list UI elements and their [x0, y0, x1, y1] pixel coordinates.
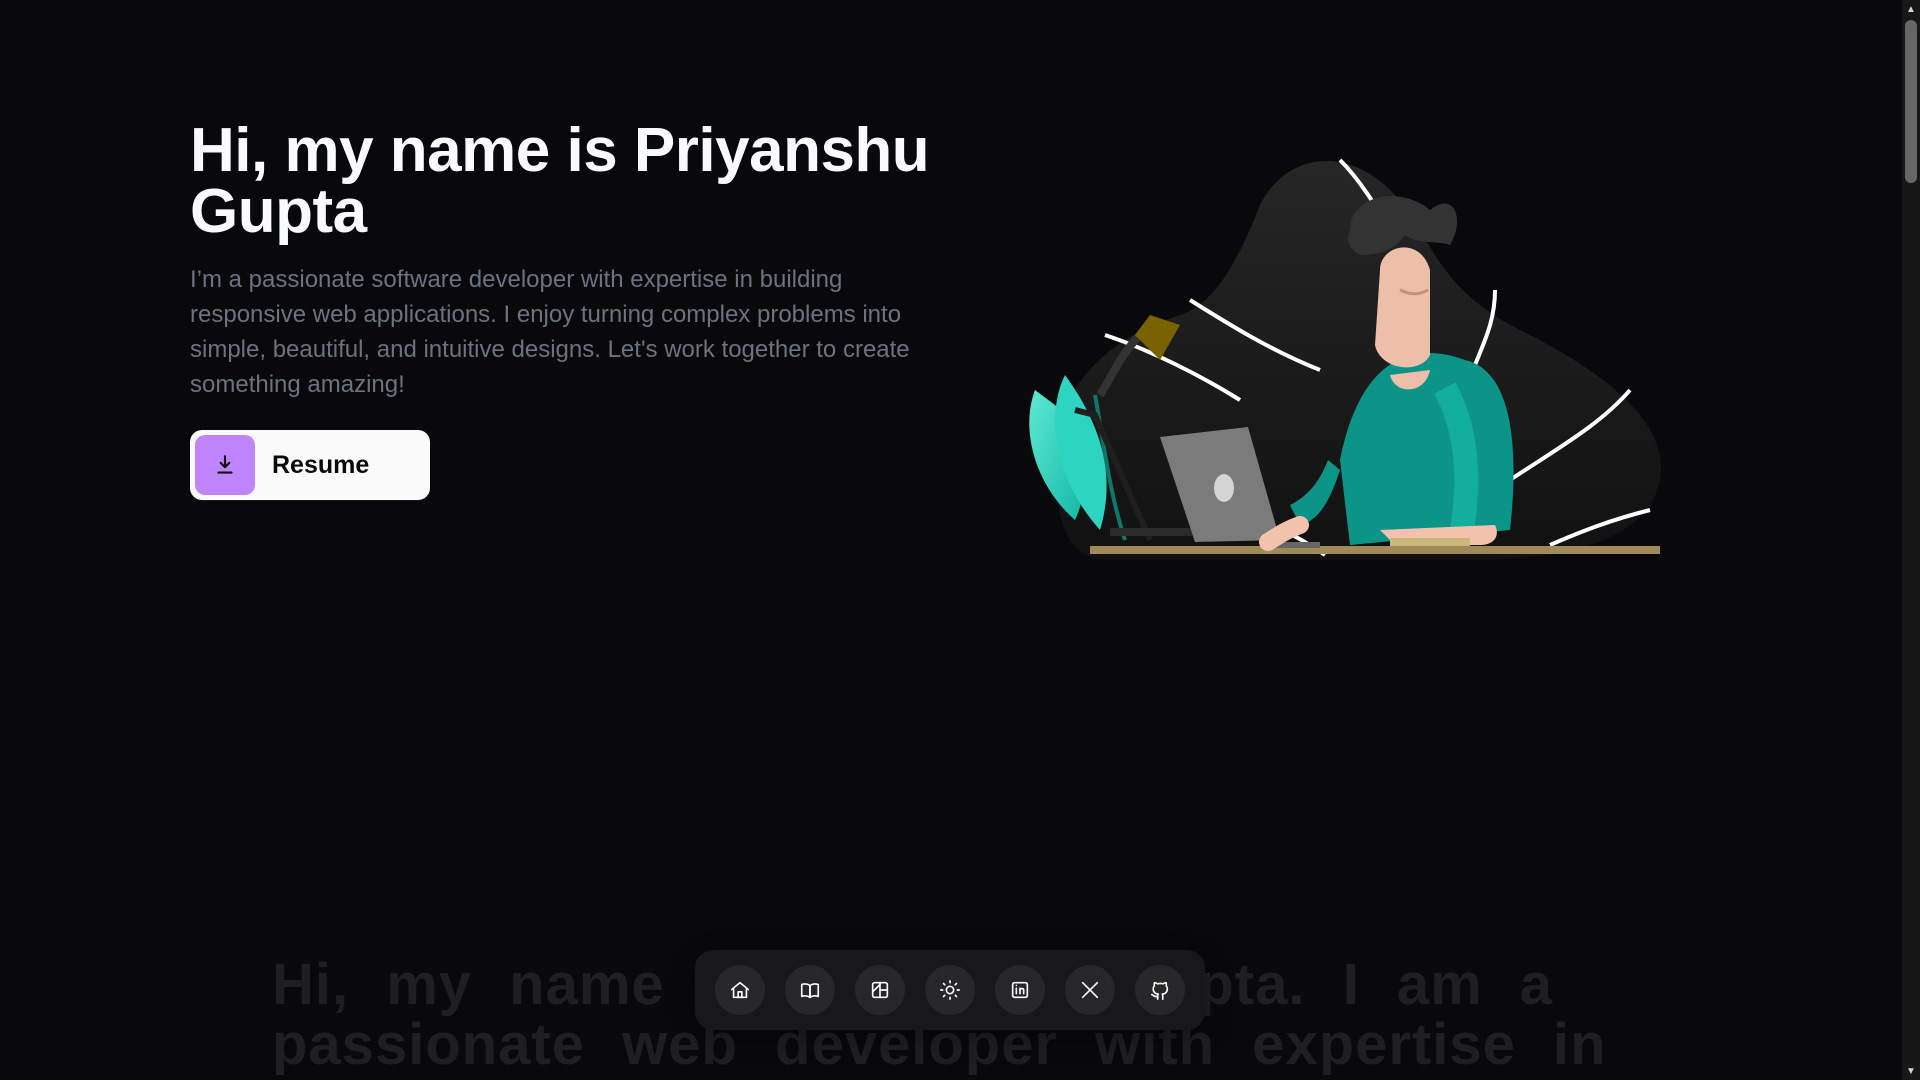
- dock-home-button[interactable]: [715, 965, 765, 1015]
- bottom-dock: [695, 950, 1205, 1030]
- layout-icon: [871, 981, 889, 999]
- portfolio-page: Hi, my name is Priyanshu Gupta I’m a pas…: [0, 0, 1920, 1080]
- scrollbar-thumb[interactable]: [1905, 20, 1917, 183]
- linkedin-icon: [1011, 981, 1029, 999]
- dock-theme-button[interactable]: [925, 965, 975, 1015]
- hero-title: Hi, my name is Priyanshu Gupta: [190, 116, 930, 246]
- dock-linkedin-button[interactable]: [995, 965, 1045, 1015]
- hero-description: I’m a passionate software developer with…: [190, 266, 910, 398]
- resume-label: Resume: [272, 450, 370, 479]
- hero-section: Hi, my name is Priyanshu Gupta I’m a pas…: [190, 116, 930, 500]
- scroll-down-arrow-icon[interactable]: ▼: [1902, 1062, 1920, 1080]
- sun-icon: [940, 980, 960, 1000]
- vertical-scrollbar[interactable]: ▲ ▼: [1902, 0, 1920, 1080]
- person-working-on-laptop-illustration: [990, 150, 1670, 570]
- dock-x-button[interactable]: [1065, 965, 1115, 1015]
- download-icon: [195, 435, 255, 495]
- dock-projects-button[interactable]: [855, 965, 905, 1015]
- github-icon: [1150, 981, 1169, 1000]
- x-icon: [1081, 981, 1099, 999]
- book-icon: [800, 983, 820, 999]
- home-icon: [730, 981, 750, 999]
- dock-github-button[interactable]: [1135, 965, 1185, 1015]
- resume-button[interactable]: Resume: [190, 430, 430, 500]
- scroll-up-arrow-icon[interactable]: ▲: [1902, 0, 1920, 18]
- dock-blog-button[interactable]: [785, 965, 835, 1015]
